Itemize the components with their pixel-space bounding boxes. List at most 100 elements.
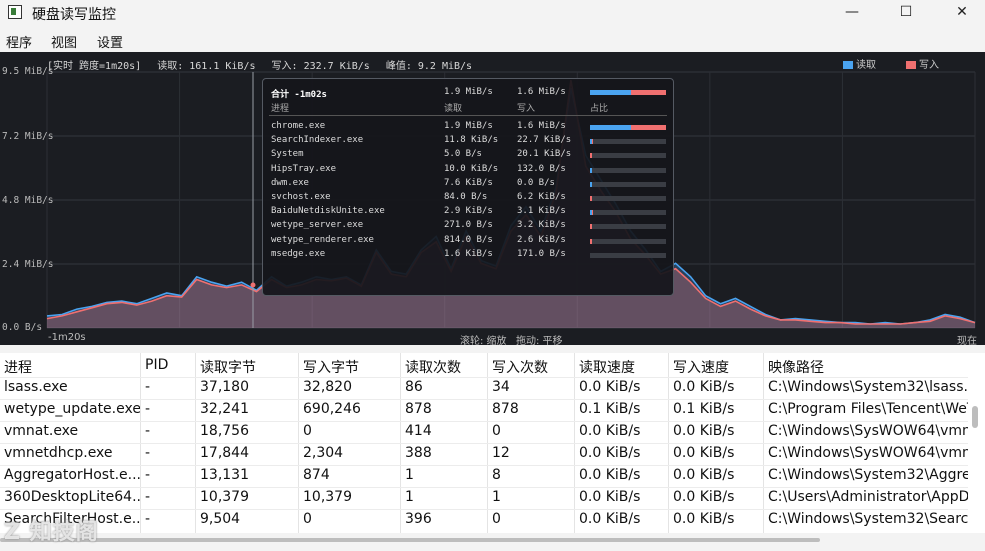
table-cell[interactable]: 10,379: [303, 489, 400, 505]
table-cell[interactable]: 690,246: [303, 401, 400, 417]
table-cell[interactable]: 878: [492, 401, 574, 417]
table-cell[interactable]: -: [145, 467, 195, 483]
x-start-label: -1m20s: [48, 332, 86, 343]
tooltip-row-read: 2.9 KiB/s: [444, 206, 493, 217]
table-cell[interactable]: 878: [405, 401, 487, 417]
table-cell[interactable]: 0.0 KiB/s: [579, 423, 668, 439]
table-cell[interactable]: 0: [303, 511, 400, 527]
column-header[interactable]: 读取速度: [579, 357, 635, 377]
tooltip-row-process: wetype_server.exe: [271, 220, 364, 231]
tooltip-row-share-bar: [590, 238, 666, 244]
table-cell[interactable]: AggregatorHost.e...: [4, 467, 140, 483]
table-cell[interactable]: 388: [405, 445, 487, 461]
table-cell[interactable]: 0.0 KiB/s: [579, 467, 668, 483]
table-cell[interactable]: 0: [492, 423, 574, 439]
table-cell[interactable]: C:\Windows\SysWOW64\vmnat.exe: [768, 423, 968, 439]
table-cell[interactable]: 0: [303, 423, 400, 439]
table-cell[interactable]: 0.0 KiB/s: [673, 379, 763, 395]
table-cell[interactable]: 360DesktopLite64...: [4, 489, 140, 505]
column-header[interactable]: 写入速度: [673, 357, 729, 377]
table-cell[interactable]: vmnat.exe: [4, 423, 140, 439]
legend-write-swatch: [906, 61, 916, 69]
hover-point: [250, 282, 256, 288]
table-cell[interactable]: 396: [405, 511, 487, 527]
table-cell[interactable]: 37,180: [200, 379, 298, 395]
table-cell[interactable]: 0.0 KiB/s: [579, 511, 668, 527]
y-tick-label: 2.4 MiB/s: [2, 259, 54, 270]
table-cell[interactable]: 0.0 KiB/s: [673, 489, 763, 505]
column-header[interactable]: 写入次数: [492, 357, 548, 377]
table-cell[interactable]: C:\Windows\System32\AggregatorHost.exe: [768, 467, 968, 483]
table-cell[interactable]: 0.1 KiB/s: [579, 401, 668, 417]
row-divider: [0, 399, 968, 400]
y-tick-label: 7.2 MiB/s: [2, 131, 54, 142]
table-cell[interactable]: 1: [405, 467, 487, 483]
table-cell[interactable]: 0.0 KiB/s: [579, 379, 668, 395]
column-header[interactable]: 进程: [4, 357, 32, 377]
table-cell[interactable]: -: [145, 489, 195, 505]
table-cell[interactable]: 32,241: [200, 401, 298, 417]
table-cell[interactable]: 0.0 KiB/s: [673, 423, 763, 439]
status-write: 写入: 232.7 KiB/s: [271, 61, 370, 72]
close-button[interactable]: ✕: [939, 0, 985, 26]
column-header[interactable]: PID: [145, 357, 168, 373]
column-header[interactable]: 写入字节: [303, 357, 359, 377]
tooltip-row-share-bar: [590, 181, 666, 187]
process-table[interactable]: 进程 PID 读取字节 写入字节 读取次数 写入次数 读取速度 写入速度 映像路径 lsass.e…: [0, 353, 985, 533]
status-read: 读取: 161.1 KiB/s: [157, 61, 256, 72]
table-cell[interactable]: lsass.exe: [4, 379, 140, 395]
table-cell[interactable]: 0.1 KiB/s: [673, 401, 763, 417]
maximize-button[interactable]: ☐: [883, 0, 929, 26]
column-header[interactable]: 映像路径: [768, 357, 824, 377]
table-cell[interactable]: 12: [492, 445, 574, 461]
table-cell[interactable]: C:\Windows\System32\lsass.exe: [768, 379, 968, 395]
tooltip-row-write: 132.0 B/s: [517, 163, 566, 174]
menu-program[interactable]: 程序: [6, 32, 32, 51]
table-cell[interactable]: wetype_update.exe: [4, 401, 140, 417]
table-horizontal-scrollbar[interactable]: [0, 538, 820, 542]
tooltip-header-write: 写入: [517, 104, 536, 114]
minimize-button[interactable]: —: [829, 0, 875, 26]
tooltip-row-process: wetype_renderer.exe: [271, 234, 374, 245]
menu-view[interactable]: 视图: [51, 32, 77, 51]
table-cell[interactable]: -: [145, 379, 195, 395]
menu-settings[interactable]: 设置: [97, 32, 123, 51]
table-cell[interactable]: 86: [405, 379, 487, 395]
table-cell[interactable]: 0.0 KiB/s: [579, 445, 668, 461]
table-cell[interactable]: 1: [492, 489, 574, 505]
table-cell[interactable]: -: [145, 445, 195, 461]
table-cell[interactable]: C:\Program Files\Tencent\WeType: [768, 401, 968, 417]
tooltip-row-write: 20.1 KiB/s: [517, 149, 572, 160]
tooltip-row-read: 1.9 MiB/s: [444, 121, 493, 131]
table-cell[interactable]: C:\Windows\SysWOW64\vmnetdhcp.exe: [768, 445, 968, 461]
table-cell[interactable]: 0.0 KiB/s: [673, 511, 763, 527]
table-cell[interactable]: C:\Users\Administrator\AppData: [768, 489, 968, 505]
table-cell[interactable]: C:\Windows\System32\SearchFilterHost.exe: [768, 511, 968, 527]
table-cell[interactable]: 414: [405, 423, 487, 439]
column-header[interactable]: 读取字节: [200, 357, 256, 377]
table-vertical-scrollbar[interactable]: [972, 406, 978, 428]
table-cell[interactable]: 9,504: [200, 511, 298, 527]
column-header[interactable]: 读取次数: [405, 357, 461, 377]
table-cell[interactable]: 8: [492, 467, 574, 483]
table-cell[interactable]: 13,131: [200, 467, 298, 483]
table-cell[interactable]: 32,820: [303, 379, 400, 395]
table-cell[interactable]: 17,844: [200, 445, 298, 461]
table-cell[interactable]: vmnetdhcp.exe: [4, 445, 140, 461]
table-cell[interactable]: 874: [303, 467, 400, 483]
watermark-logo: Z 知技阁: [4, 520, 99, 545]
table-cell[interactable]: 0.0 KiB/s: [673, 467, 763, 483]
table-cell[interactable]: -: [145, 511, 195, 527]
table-cell[interactable]: 10,379: [200, 489, 298, 505]
table-cell[interactable]: 0.0 KiB/s: [673, 445, 763, 461]
table-cell[interactable]: 2,304: [303, 445, 400, 461]
table-cell[interactable]: 0.0 KiB/s: [579, 489, 668, 505]
tooltip-row-write: 2.6 KiB/s: [517, 234, 566, 245]
table-cell[interactable]: 18,756: [200, 423, 298, 439]
table-cell[interactable]: 1: [405, 489, 487, 505]
table-cell[interactable]: 0: [492, 511, 574, 527]
table-cell[interactable]: 34: [492, 379, 574, 395]
table-cell[interactable]: -: [145, 401, 195, 417]
row-divider: [0, 487, 968, 488]
table-cell[interactable]: -: [145, 423, 195, 439]
